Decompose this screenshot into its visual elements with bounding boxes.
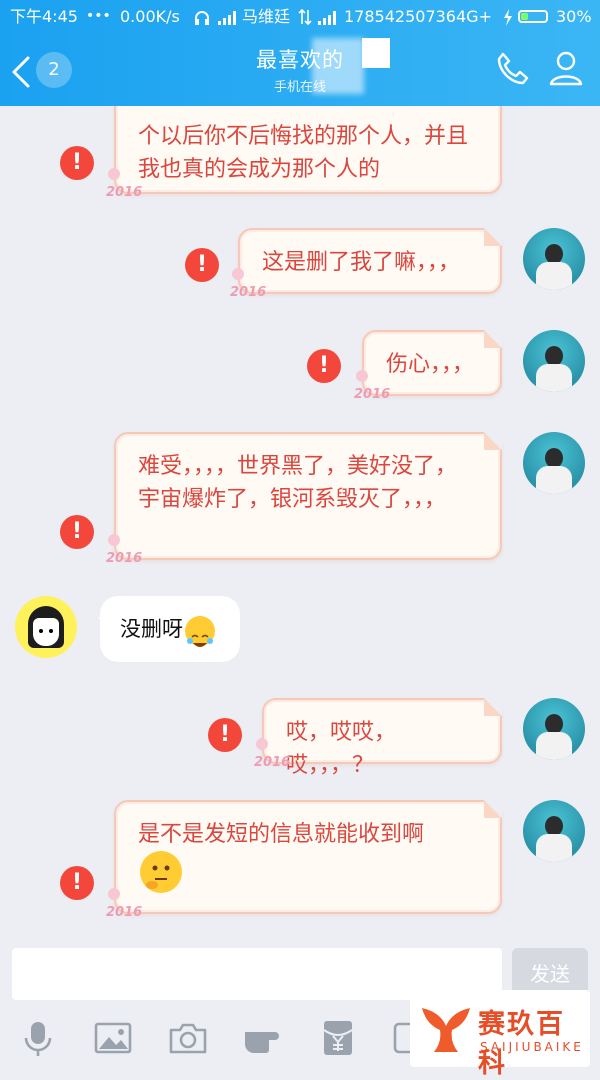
message-text: 伤心，，， — [386, 352, 475, 377]
send-failed-icon[interactable]: ! — [60, 515, 94, 549]
friend-message-bubble[interactable]: 没删呀 — [98, 596, 240, 662]
my-avatar[interactable] — [523, 800, 585, 862]
laugh-cry-emoji-icon — [185, 615, 215, 647]
my-avatar[interactable] — [523, 330, 585, 392]
watermark-brand-en: SAIJIUBAIKE — [480, 1040, 584, 1054]
my-avatar[interactable] — [523, 698, 585, 760]
bubble-corner — [484, 432, 502, 450]
image-icon — [94, 1022, 132, 1054]
my-avatar[interactable] — [523, 228, 585, 290]
signal-icon-2 — [318, 11, 336, 25]
data-transfer-icon — [298, 0, 312, 46]
message-list[interactable]: 个以后你不后悔找的那个人，并且我也真的会成为那个人的 2016 ! 这是删了我了… — [0, 106, 600, 942]
status-carrier: 马维廷 — [242, 7, 291, 26]
message-bubble[interactable]: 是不是发短的信息就能收到啊 2016 — [106, 800, 502, 920]
message-text: 个以后你不后悔找的那个人，并且我也真的会成为那个人的 — [138, 124, 469, 182]
status-battery: 30% — [556, 7, 592, 26]
thinking-emoji-icon — [140, 851, 182, 893]
bubble-2016-decoration: 2016 — [254, 738, 294, 770]
camera-button[interactable] — [168, 1018, 208, 1058]
bubble-2016-decoration: 2016 — [354, 370, 394, 402]
status-phone: 17854250736 — [344, 7, 456, 26]
headphone-icon — [194, 0, 210, 46]
message-text: 这是删了我了嘛，，， — [262, 250, 461, 275]
person-icon — [549, 51, 583, 86]
send-failed-icon[interactable]: ! — [60, 146, 94, 180]
message-bubble[interactable]: 伤心，，， 2016 — [354, 330, 502, 402]
status-network: 4G+ — [456, 7, 492, 26]
send-failed-icon[interactable]: ! — [185, 248, 219, 282]
bubble-2016-decoration: 2016 — [106, 168, 146, 200]
friend-avatar[interactable] — [15, 596, 77, 658]
bubble-corner — [484, 330, 502, 348]
chevron-left-icon — [12, 56, 30, 88]
camera-icon — [169, 1023, 207, 1054]
message-text: 难受，，，，世界黑了，美好没了，宇宙爆炸了，银河系毁灭了，，， — [138, 454, 458, 512]
send-failed-icon[interactable]: ! — [307, 349, 341, 383]
site-watermark: 赛玖百科 SAIJIUBAIKE — [410, 990, 590, 1079]
charging-icon — [502, 0, 514, 46]
voice-button[interactable] — [18, 1018, 58, 1058]
bubble-corner — [484, 698, 502, 716]
poke-button[interactable] — [243, 1018, 283, 1058]
message-bubble[interactable]: 难受，，，，世界黑了，美好没了，宇宙爆炸了，银河系毁灭了，，， 2016 — [106, 432, 502, 566]
bubble-corner — [484, 228, 502, 246]
message-bubble[interactable]: 个以后你不后悔找的那个人，并且我也真的会成为那个人的 2016 — [106, 106, 502, 200]
chat-title: 最喜欢的 — [256, 48, 344, 72]
blurred-name-2 — [362, 38, 390, 68]
send-failed-icon[interactable]: ! — [60, 866, 94, 900]
signal-icon — [218, 11, 236, 25]
message-text: 是不是发短的信息就能收到啊 — [138, 822, 425, 847]
whale-tail-logo-icon — [422, 1008, 470, 1052]
bubble-2016-decoration: 2016 — [106, 888, 146, 920]
hand-icon — [245, 1032, 279, 1053]
message-text: 没删呀 — [120, 617, 183, 641]
profile-button[interactable] — [546, 48, 586, 88]
bubble-corner — [484, 800, 502, 818]
bubble-2016-decoration: 2016 — [106, 534, 146, 566]
microphone-icon — [24, 1022, 52, 1056]
message-text: 哎，哎哎，哎，，，？ — [286, 720, 397, 778]
my-avatar[interactable] — [523, 432, 585, 494]
message-bubble[interactable]: 哎，哎哎，哎，，，？ 2016 — [254, 698, 502, 778]
blurred-name — [312, 38, 364, 94]
top-bar: 下午4:45 ••• 0.00K/s 马维廷 17854250736 4G+ 3… — [0, 0, 600, 106]
image-button[interactable] — [93, 1018, 133, 1058]
unread-badge[interactable]: 2 — [36, 52, 72, 88]
bubble-2016-decoration: 2016 — [230, 268, 270, 300]
status-time: 下午4:45 — [10, 7, 78, 26]
send-failed-icon[interactable]: ! — [208, 718, 242, 752]
status-bar: 下午4:45 ••• 0.00K/s 马维廷 17854250736 4G+ 3… — [0, 0, 600, 34]
battery-icon — [518, 10, 548, 23]
phone-icon — [497, 52, 529, 85]
red-packet-icon — [323, 1021, 353, 1055]
red-packet-button[interactable] — [318, 1018, 358, 1058]
message-bubble[interactable]: 这是删了我了嘛，，， 2016 — [230, 228, 502, 300]
status-speed: 0.00K/s — [120, 7, 180, 26]
online-status: 手机在线 — [273, 80, 326, 95]
phone-call-button[interactable] — [492, 48, 532, 88]
status-dots: ••• — [86, 8, 111, 24]
